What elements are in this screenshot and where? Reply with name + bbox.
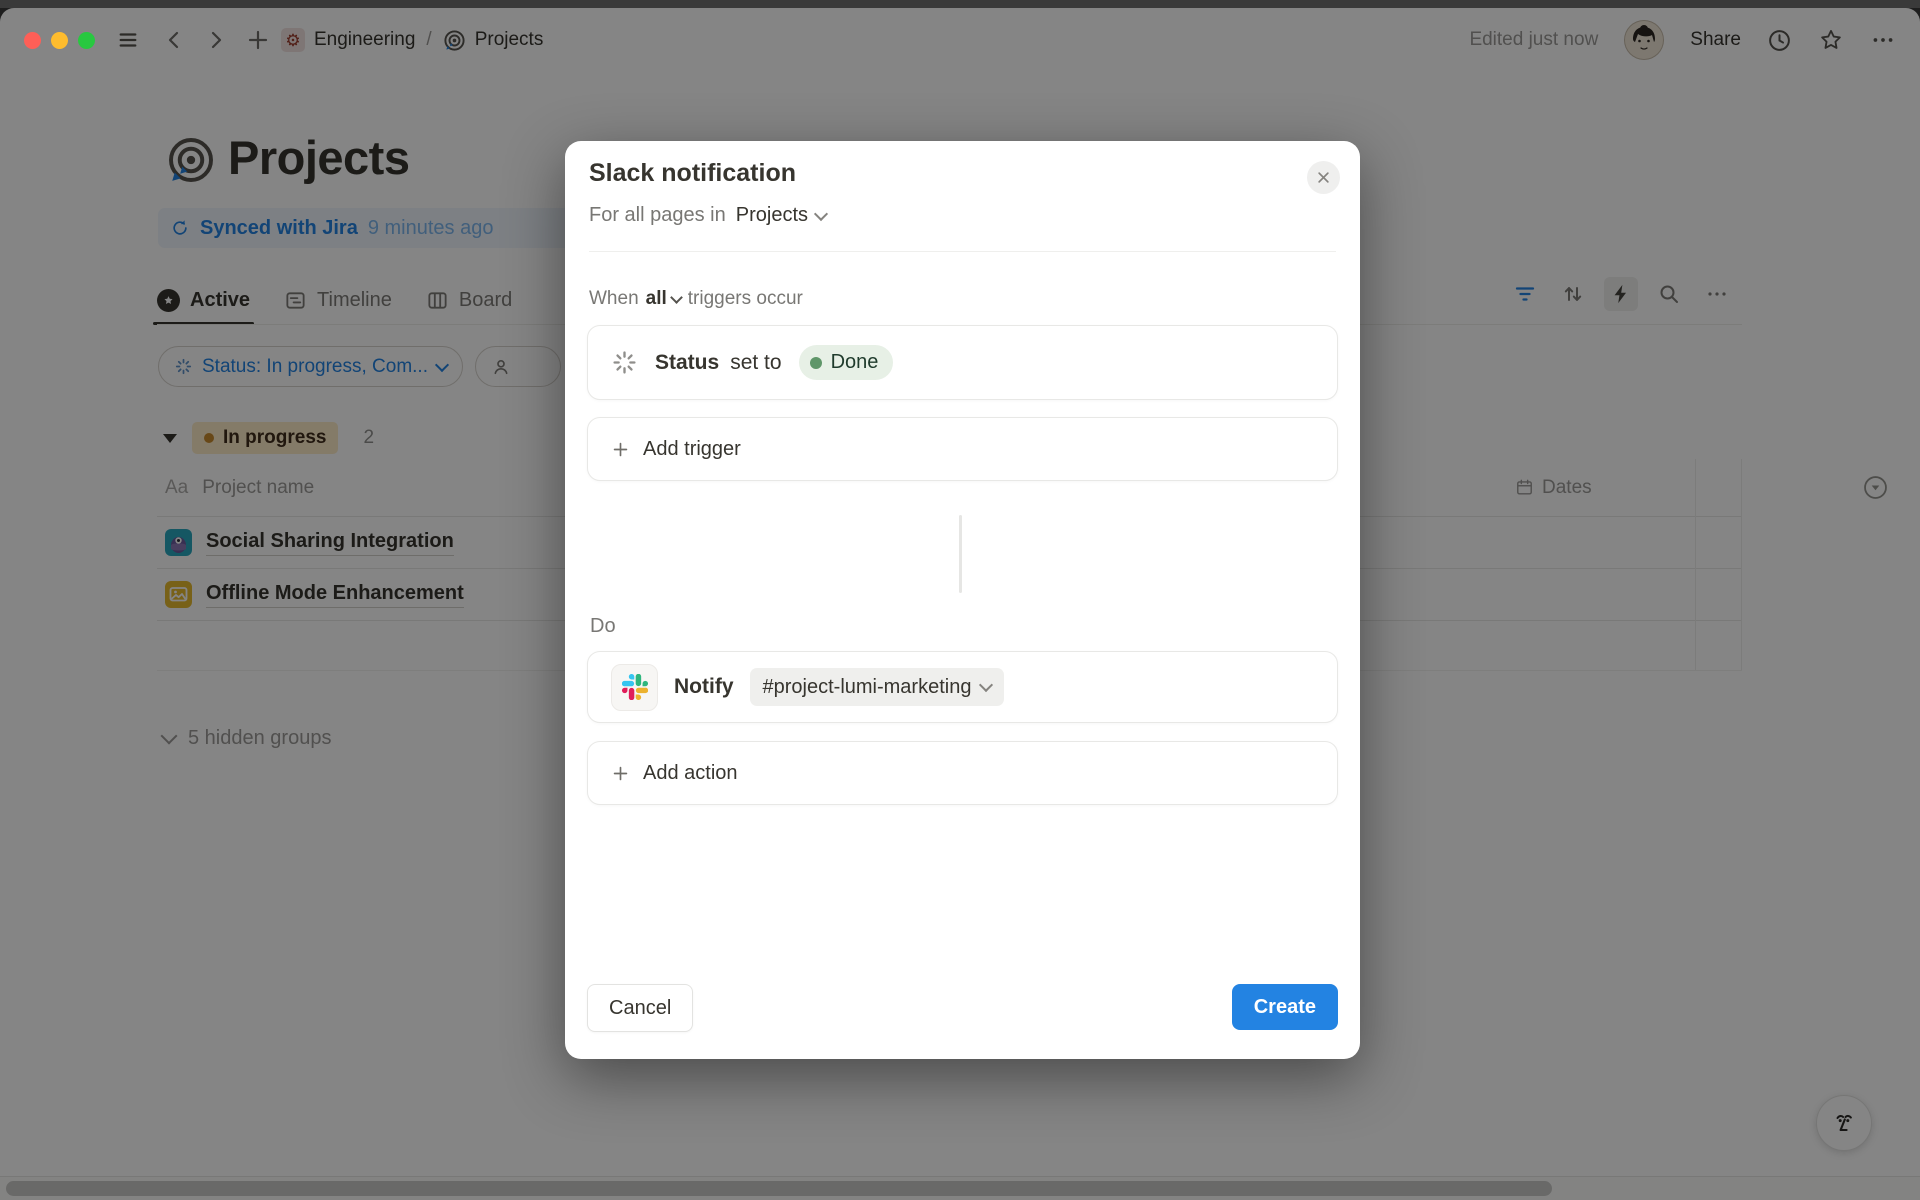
cancel-button[interactable]: Cancel bbox=[587, 984, 693, 1032]
window-controls bbox=[24, 32, 95, 49]
create-button[interactable]: Create bbox=[1232, 984, 1338, 1030]
action-card[interactable]: Notify #project-lumi-marketing bbox=[587, 651, 1338, 723]
add-action-button[interactable]: Add action bbox=[587, 741, 1338, 805]
scope-prefix: For all pages in bbox=[589, 204, 726, 227]
scope-value: Projects bbox=[736, 204, 808, 227]
chevron-down-icon bbox=[979, 678, 993, 692]
status-spinner-icon bbox=[611, 349, 638, 376]
channel-selector[interactable]: #project-lumi-marketing bbox=[750, 668, 1005, 706]
when-row: When all triggers occur bbox=[589, 288, 803, 310]
done-status-dot bbox=[810, 357, 822, 369]
close-icon[interactable] bbox=[1307, 161, 1340, 194]
plus-icon bbox=[611, 764, 630, 783]
minimize-window-button[interactable] bbox=[51, 32, 68, 49]
chevron-down-icon bbox=[814, 206, 828, 220]
modal-divider bbox=[589, 251, 1336, 252]
slack-notification-modal: Slack notification For all pages in Proj… bbox=[565, 141, 1360, 1059]
trigger-verb: set to bbox=[730, 351, 781, 375]
add-trigger-button[interactable]: Add trigger bbox=[587, 417, 1338, 481]
flow-connector-line bbox=[959, 515, 962, 593]
trigger-card[interactable]: Status set to Done bbox=[587, 325, 1338, 400]
modal-scope: For all pages in Projects bbox=[589, 204, 826, 227]
action-verb: Notify bbox=[674, 675, 734, 699]
done-status-pill[interactable]: Done bbox=[799, 345, 894, 380]
slack-icon bbox=[611, 664, 658, 711]
when-selector-value: all bbox=[646, 288, 667, 310]
chevron-down-icon bbox=[670, 291, 683, 304]
add-action-label: Add action bbox=[643, 762, 738, 785]
when-suffix: triggers occur bbox=[688, 288, 803, 310]
channel-name: #project-lumi-marketing bbox=[763, 676, 972, 699]
when-prefix: When bbox=[589, 288, 639, 310]
scope-selector[interactable]: Projects bbox=[736, 204, 826, 227]
done-status-label: Done bbox=[831, 351, 879, 374]
modal-footer: Cancel Create bbox=[587, 984, 1338, 1030]
when-selector[interactable]: all bbox=[646, 288, 681, 310]
modal-title: Slack notification bbox=[589, 159, 796, 188]
close-window-button[interactable] bbox=[24, 32, 41, 49]
trigger-property: Status bbox=[655, 351, 719, 375]
zoom-window-button[interactable] bbox=[78, 32, 95, 49]
add-trigger-label: Add trigger bbox=[643, 438, 741, 461]
do-label: Do bbox=[590, 615, 616, 638]
plus-icon bbox=[611, 440, 630, 459]
